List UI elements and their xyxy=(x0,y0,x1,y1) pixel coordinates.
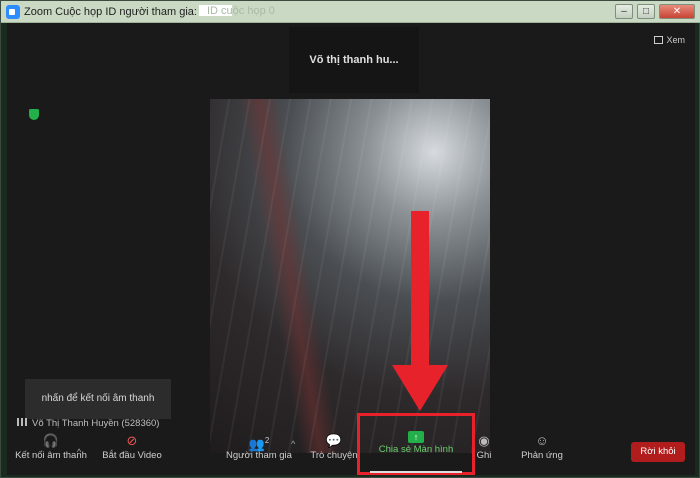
smiley-icon: ☺ xyxy=(535,433,549,448)
speaker-name: Võ thị thanh hu... xyxy=(289,27,419,93)
participants-button[interactable]: 👥2 Người tham gia xyxy=(219,433,299,477)
red-arrow-head xyxy=(392,365,448,411)
zoom-app-icon xyxy=(6,5,20,19)
meeting-stage: Võ thị thanh hu... Xem nhấn để kết nối â… xyxy=(7,23,695,475)
audio-hint[interactable]: nhấn để kết nối âm thanh xyxy=(25,379,171,419)
view-button[interactable]: Xem xyxy=(654,35,685,45)
chat-button[interactable]: 💬 Trò chuyện xyxy=(309,433,359,477)
record-icon: ◉ xyxy=(478,433,490,448)
title-bar: Zoom Cuộc họp ID người tham gia: ID cuộc… xyxy=(1,1,700,23)
participant-video xyxy=(210,99,490,453)
minimize-button[interactable]: – xyxy=(615,4,633,19)
start-video-button[interactable]: ⊘ Bắt đầu Video xyxy=(97,433,167,477)
zoom-window: Zoom Cuộc họp ID người tham gia: ID cuộc… xyxy=(0,0,700,478)
view-label: Xem xyxy=(666,35,685,45)
video-off-icon: ⊘ xyxy=(126,433,138,448)
chat-icon: 💬 xyxy=(325,433,343,448)
share-highlight-box: ↑ Chia sẻ Màn hình xyxy=(357,413,475,475)
signal-strength-icon xyxy=(17,418,29,426)
leave-button[interactable]: Rời khỏi xyxy=(631,442,685,462)
participant-label-text: Võ Thị Thanh Huyền (528360) xyxy=(32,418,160,429)
share-screen-label: Chia sẻ Màn hình xyxy=(378,444,454,455)
reactions-button[interactable]: ☺ Phản ứng xyxy=(517,433,567,477)
start-video-label: Bắt đầu Video xyxy=(102,450,162,461)
participant-label: Võ Thị Thanh Huyền (528360) xyxy=(17,418,159,429)
participants-icon: 👥2 xyxy=(248,436,270,452)
share-screen-button[interactable]: ↑ Chia sẻ Màn hình xyxy=(370,431,462,475)
audio-options-caret[interactable]: ^ xyxy=(77,447,81,457)
participants-options-caret[interactable]: ^ xyxy=(291,439,295,449)
share-underline xyxy=(370,471,462,473)
grid-view-icon xyxy=(654,36,664,44)
reactions-label: Phản ứng xyxy=(521,450,563,461)
record-button[interactable]: ◉ Ghi xyxy=(469,433,499,477)
chat-label: Trò chuyện xyxy=(310,450,358,461)
close-button[interactable]: ✕ xyxy=(659,4,695,19)
maximize-button[interactable]: □ xyxy=(637,4,655,19)
participants-label: Người tham gia xyxy=(226,450,292,461)
share-screen-icon: ↑ xyxy=(408,431,424,443)
encryption-shield-icon[interactable] xyxy=(29,109,39,120)
red-arrow-shaft xyxy=(411,211,429,371)
record-label: Ghi xyxy=(476,450,492,461)
title-faded-text: ID cuộc họp 0 xyxy=(207,5,275,17)
participants-count: 2 xyxy=(264,436,270,445)
window-title: Zoom Cuộc họp ID người tham gia: xyxy=(24,5,232,18)
window-title-text: Zoom Cuộc họp ID người tham gia: xyxy=(24,6,197,18)
